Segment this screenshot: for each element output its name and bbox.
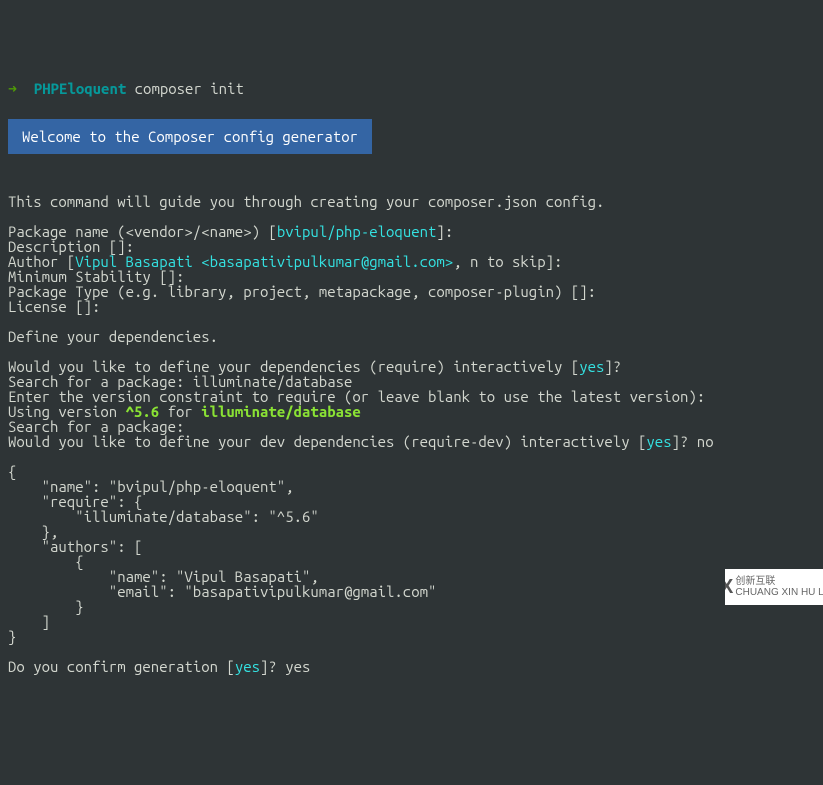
prompt-dir: PHPEloquent (34, 80, 126, 97)
watermark-logo: CX 创新互联CHUANG XIN HU LIAN (725, 569, 823, 605)
command-text: composer init (135, 80, 244, 97)
terminal-output: ➜ PHPEloquent composer init Welcome to t… (0, 60, 823, 680)
require-dev-question-yes: yes (646, 433, 671, 450)
license-prompt: License []: (8, 298, 100, 315)
intro-text: This command will guide you through crea… (8, 193, 604, 210)
package-name-default: bvipul/php-eloquent (277, 223, 437, 240)
define-deps-text: Define your dependencies. (8, 328, 218, 345)
logo-text: 创新互联CHUANG XIN HU LIAN (735, 576, 823, 598)
confirm-generation-yes: yes (235, 658, 260, 675)
welcome-banner: Welcome to the Composer config generator (8, 119, 372, 154)
author-label-post: , n to skip]: (453, 253, 562, 270)
prompt-arrow: ➜ (8, 80, 17, 97)
using-version-pkg: illuminate/database (201, 403, 361, 420)
require-dev-question-post: ]? no (672, 433, 714, 450)
require-question-post: ]? (604, 358, 621, 375)
package-name-label-post: ]: (436, 223, 453, 240)
require-question-yes: yes (579, 358, 604, 375)
generated-json-block: { "name": "bvipul/php-eloquent", "requir… (8, 463, 436, 645)
logo-cx-icon: CX (725, 577, 735, 597)
require-dev-question-pre: Would you like to define your dev depend… (8, 433, 646, 450)
confirm-generation-pre: Do you confirm generation [ (8, 658, 235, 675)
confirm-generation-post: ]? yes (260, 658, 310, 675)
